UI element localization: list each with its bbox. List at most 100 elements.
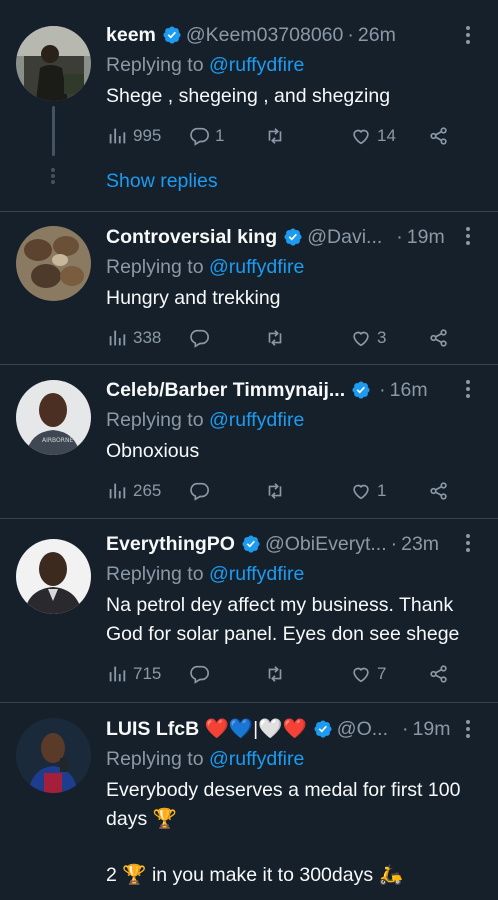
reply-button[interactable] xyxy=(188,663,264,685)
display-name[interactable]: Celeb/Barber Timmynaij... xyxy=(106,379,345,402)
speech-bubble-icon xyxy=(190,127,209,146)
like-count: 14 xyxy=(377,126,396,145)
tweet[interactable]: Controversial king @Davi... · 19m Replyi… xyxy=(0,212,498,365)
retweet-button[interactable] xyxy=(264,327,350,349)
retweet-arrows-icon xyxy=(268,128,282,144)
display-name[interactable]: EverythingPO xyxy=(106,533,235,556)
separator: · xyxy=(347,23,354,46)
like-button[interactable]: 7 xyxy=(350,663,428,685)
mention-link[interactable]: @ruffydfire xyxy=(209,748,304,770)
verified-badge-icon xyxy=(242,535,260,553)
tweet-text: Hungry and trekking xyxy=(106,287,281,309)
share-button[interactable] xyxy=(428,327,450,349)
bar-chart-icon xyxy=(109,483,126,499)
handle[interactable]: @Davi... xyxy=(307,226,382,249)
replying-to: Replying to @ruffydfire xyxy=(106,744,482,774)
avatar[interactable]: AIRBORNE xyxy=(16,380,91,455)
separator: · xyxy=(402,717,409,740)
timestamp[interactable]: 23m xyxy=(401,533,439,556)
like-button[interactable]: 14 xyxy=(350,125,428,147)
more-dots-icon[interactable] xyxy=(456,23,480,47)
verified-badge-icon xyxy=(314,720,332,738)
retweet-arrows-icon xyxy=(268,330,282,346)
replying-to-label: Replying to xyxy=(106,54,204,76)
like-button[interactable]: 1 xyxy=(350,480,428,502)
mention-link[interactable]: @ruffydfire xyxy=(209,54,304,76)
share-icon xyxy=(430,329,447,347)
reply-button[interactable]: 1 xyxy=(188,125,264,147)
like-button[interactable]: 3 xyxy=(350,327,428,349)
views-button[interactable]: 715 xyxy=(106,663,188,685)
reply-button[interactable] xyxy=(188,327,264,349)
display-name-emoji: ❤️💙|🤍❤️ xyxy=(204,718,307,740)
avatar[interactable] xyxy=(16,539,91,614)
timestamp[interactable]: 19m xyxy=(413,718,451,741)
tweet-text: Obnoxious xyxy=(106,440,200,462)
show-replies-link[interactable]: Show replies xyxy=(106,166,482,196)
share-icon xyxy=(430,482,447,500)
replying-to: Replying to @ruffydfire xyxy=(106,252,482,282)
heart-icon xyxy=(353,129,369,145)
timestamp[interactable]: 16m xyxy=(390,379,428,402)
handle[interactable]: @ObiEveryt... xyxy=(265,533,387,556)
tweet-text: Na petrol dey affect my business. Thank … xyxy=(106,594,460,645)
views-button[interactable]: 265 xyxy=(106,480,188,502)
tweet[interactable]: LUIS LfcB ❤️💙|🤍❤️ @O... · 19m Replying t… xyxy=(0,703,498,900)
avatar[interactable] xyxy=(16,26,91,101)
thread-line xyxy=(52,106,55,156)
speech-bubble-icon xyxy=(190,665,209,684)
display-name[interactable]: LUIS LfcB ❤️💙|🤍❤️ xyxy=(106,717,307,741)
replying-to-label: Replying to xyxy=(106,409,204,431)
replying-to-label: Replying to xyxy=(106,256,204,278)
separator: · xyxy=(379,378,386,401)
action-bar: 995 1 14 xyxy=(106,121,482,151)
tweet[interactable]: AIRBORNE Celeb/Barber Timmynaij... · 16m… xyxy=(0,365,498,519)
retweet-button[interactable] xyxy=(264,125,350,147)
views-button[interactable]: 338 xyxy=(106,327,188,349)
retweet-button[interactable] xyxy=(264,663,350,685)
reply-feed: keem @Keem03708060 · 26m Replying to @ru… xyxy=(0,0,498,900)
more-dots-icon[interactable] xyxy=(456,224,480,248)
mention-link[interactable]: @ruffydfire xyxy=(209,409,304,431)
timestamp[interactable]: 26m xyxy=(358,24,396,47)
verified-badge-icon xyxy=(352,381,370,399)
handle[interactable]: @Keem03708060 xyxy=(186,24,344,47)
share-icon xyxy=(430,127,447,145)
svg-text:AIRBORNE: AIRBORNE xyxy=(42,437,73,444)
tweet[interactable]: EverythingPO @ObiEveryt... · 23m Replyin… xyxy=(0,519,498,703)
tweet-text-line-1: Everybody deserves a medal for first 100… xyxy=(106,779,466,830)
handle[interactable]: @O... xyxy=(337,718,388,741)
avatar[interactable] xyxy=(16,226,91,301)
display-name[interactable]: keem xyxy=(106,24,156,47)
display-name[interactable]: Controversial king xyxy=(106,226,277,249)
share-button[interactable] xyxy=(428,125,450,147)
retweet-arrows-icon xyxy=(268,666,282,682)
heart-icon xyxy=(353,484,369,500)
tweet-header: keem @Keem03708060 · 26m xyxy=(106,20,482,50)
avatar[interactable] xyxy=(16,718,91,793)
like-count: 1 xyxy=(377,481,387,500)
views-count: 995 xyxy=(133,126,162,145)
views-button[interactable]: 995 xyxy=(106,125,188,147)
action-bar: 715 7 xyxy=(106,659,482,689)
views-count: 715 xyxy=(133,664,162,683)
tweet[interactable]: keem @Keem03708060 · 26m Replying to @ru… xyxy=(0,0,498,212)
separator: · xyxy=(390,532,398,555)
more-dots-icon[interactable] xyxy=(456,717,480,741)
mention-link[interactable]: @ruffydfire xyxy=(209,563,304,585)
more-dots-icon[interactable] xyxy=(456,531,480,555)
bar-chart-icon xyxy=(109,128,126,144)
reply-button[interactable] xyxy=(188,480,264,502)
replying-to-label: Replying to xyxy=(106,563,204,585)
retweet-button[interactable] xyxy=(264,480,350,502)
tweet-text-line-2: 2 🏆 in you make it to 300days 🛵 xyxy=(106,864,403,886)
share-button[interactable] xyxy=(428,663,450,685)
tweet-header: Controversial king @Davi... · 19m xyxy=(106,222,482,252)
heart-icon xyxy=(353,667,369,683)
share-button[interactable] xyxy=(428,480,450,502)
timestamp[interactable]: 19m xyxy=(407,226,445,249)
action-bar: 265 1 xyxy=(106,476,482,506)
mention-link[interactable]: @ruffydfire xyxy=(209,256,304,278)
more-dots-icon[interactable] xyxy=(456,377,480,401)
tweet-header: Celeb/Barber Timmynaij... · 16m xyxy=(106,375,482,405)
